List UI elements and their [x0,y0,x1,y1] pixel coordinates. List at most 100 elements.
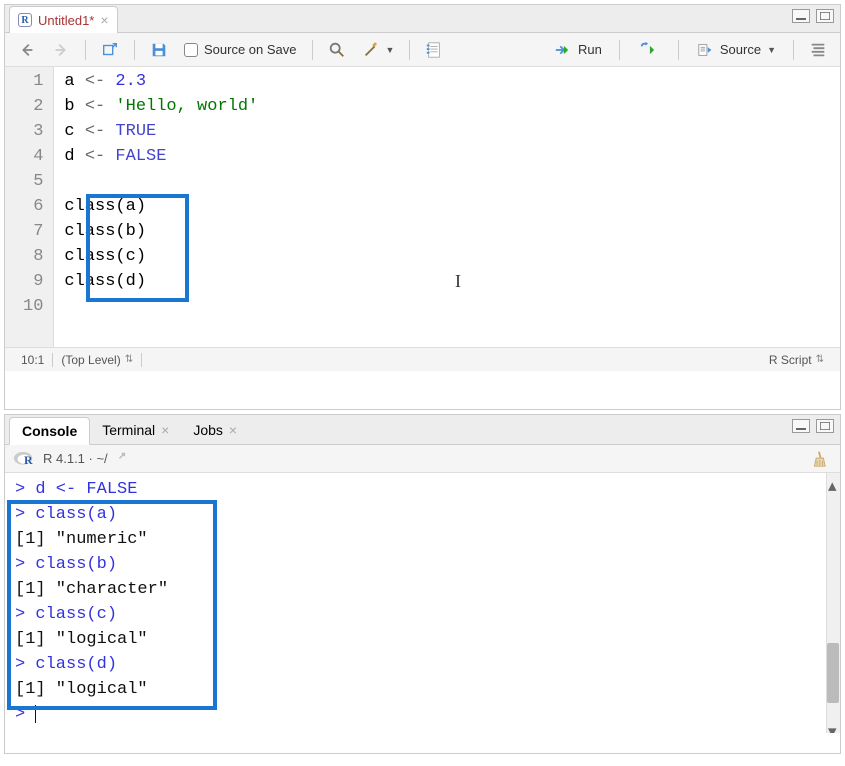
maximize-button[interactable] [816,419,834,433]
svg-text:R: R [24,453,33,467]
code-editor[interactable]: 12345678910 a <- 2.3b <- 'Hello, world'c… [5,67,840,347]
source-button[interactable]: Source ▼ [689,38,783,62]
line-number: 6 [23,194,43,219]
broom-icon [809,450,827,468]
close-icon[interactable]: × [100,12,108,28]
code-line[interactable] [64,169,258,194]
file-type-label: R Script [769,353,812,367]
updown-icon: ⇅ [816,354,824,365]
source-icon [696,41,716,59]
close-icon[interactable]: × [161,422,169,438]
rerun-icon [637,41,661,59]
run-label: Run [578,42,602,57]
console-prompt-line: > class(b) [15,552,830,577]
back-button[interactable] [13,38,41,62]
console-output-line: [1] "logical" [15,627,830,652]
tab-console[interactable]: Console [9,417,90,445]
checkbox-icon [184,43,198,57]
console-prompt-line: > [15,702,830,727]
updown-icon: ⇅ [125,354,133,365]
console-prompt-line: > class(c) [15,602,830,627]
code-line[interactable]: class(a) [64,194,258,219]
compile-report-button[interactable] [420,38,448,62]
code-line[interactable] [64,294,258,319]
editor-toolbar: Source on Save ▼ Run Source ▼ [5,33,840,67]
line-number: 2 [23,94,43,119]
cursor-position[interactable]: 10:1 [13,353,53,367]
save-button[interactable] [145,38,173,62]
separator [85,40,86,60]
window-controls [792,419,834,433]
code-line[interactable]: b <- 'Hello, world' [64,94,258,119]
console-pane: Console Terminal × Jobs × R R 4.1.1 · ~/ [4,414,841,754]
separator [134,40,135,60]
tab-title: Untitled1* [38,13,94,28]
line-number: 1 [23,69,43,94]
popout-icon[interactable] [116,450,130,467]
scroll-up-icon[interactable]: ▴ [828,475,838,485]
console-tab-bar: Console Terminal × Jobs × [5,415,840,445]
editor-tab-bar: R Untitled1* × [5,5,840,33]
close-icon[interactable]: × [229,422,237,438]
save-icon [150,41,168,59]
file-type-selector[interactable]: R Script ⇅ [761,353,832,367]
source-on-save-toggle[interactable]: Source on Save [179,39,302,60]
r-version-label: R 4.1.1 · ~/ [43,451,108,466]
editor-tab-untitled[interactable]: R Untitled1* × [9,6,118,33]
tab-console-label: Console [22,423,77,439]
popout-button[interactable] [96,38,124,62]
find-button[interactable] [323,38,351,62]
maximize-button[interactable] [816,9,834,23]
code-tools-button[interactable]: ▼ [357,38,400,62]
minimize-button[interactable] [792,9,810,23]
wand-icon [362,41,380,59]
clear-console-button[interactable] [804,447,832,471]
tab-terminal[interactable]: Terminal × [90,417,181,443]
scrollbar[interactable]: ▴ ▾ [826,473,840,733]
scope-selector[interactable]: (Top Level) ⇅ [53,353,142,367]
console-prompt-line: > class(a) [15,502,830,527]
forward-icon [52,41,70,59]
line-number: 4 [23,144,43,169]
run-button[interactable]: Run [545,38,609,62]
outline-button[interactable] [804,38,832,62]
tab-jobs[interactable]: Jobs × [181,417,249,443]
console-prompt-line: > d <- FALSE [15,477,830,502]
line-gutter: 12345678910 [5,67,54,347]
scroll-down-icon[interactable]: ▾ [828,721,838,731]
notebook-icon [425,41,443,59]
search-icon [328,41,346,59]
code-line[interactable]: class(b) [64,219,258,244]
editor-status-bar: 10:1 (Top Level) ⇅ R Script ⇅ [5,347,840,371]
separator [312,40,313,60]
console-header: R R 4.1.1 · ~/ [5,445,840,473]
r-file-icon: R [18,13,32,27]
code-line[interactable]: class(c) [64,244,258,269]
console-output-line: [1] "character" [15,577,830,602]
forward-button[interactable] [47,38,75,62]
outline-icon [809,41,827,59]
r-logo-icon: R [13,451,35,467]
run-icon [552,41,574,59]
scroll-thumb[interactable] [827,643,839,703]
line-number: 3 [23,119,43,144]
separator [409,40,410,60]
back-icon [18,41,36,59]
line-number: 5 [23,169,43,194]
separator [793,40,794,60]
tab-jobs-label: Jobs [193,422,223,438]
console-output-line: [1] "logical" [15,677,830,702]
source-on-save-label: Source on Save [204,42,297,57]
code-content[interactable]: a <- 2.3b <- 'Hello, world'c <- TRUEd <-… [54,67,268,347]
minimize-button[interactable] [792,419,810,433]
code-line[interactable]: a <- 2.3 [64,69,258,94]
line-number: 8 [23,244,43,269]
code-line[interactable]: class(d) [64,269,258,294]
code-line[interactable]: d <- FALSE [64,144,258,169]
rerun-button[interactable] [630,38,668,62]
source-label: Source [720,42,761,57]
line-number: 10 [23,294,43,319]
code-line[interactable]: c <- TRUE [64,119,258,144]
chevron-down-icon: ▼ [767,45,776,55]
console-output[interactable]: ▴ ▾ > d <- FALSE> class(a)[1] "numeric">… [5,473,840,733]
